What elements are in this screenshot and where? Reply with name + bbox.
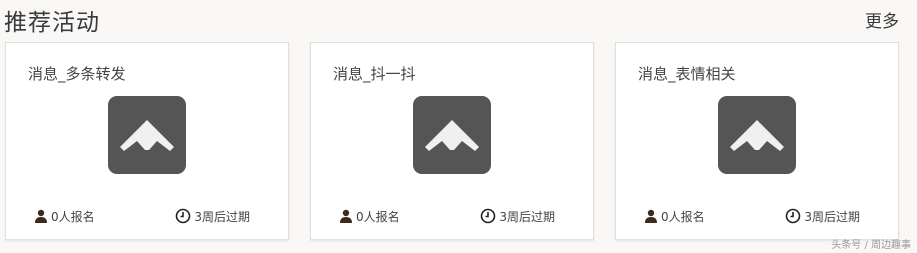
signup-count: 0人报名 [339, 207, 400, 225]
expiry-label: 3周后过期 [194, 209, 250, 224]
card-footer: 0人报名 3周后过期 [642, 207, 872, 225]
card-title: 消息_抖一抖 [333, 65, 416, 83]
card-title: 消息_表情相关 [638, 65, 736, 83]
clock-icon [786, 208, 801, 224]
signup-count-label: 0人报名 [51, 209, 95, 224]
card-footer: 0人报名 3周后过期 [32, 207, 262, 225]
signup-count-label: 0人报名 [661, 209, 705, 224]
expiry-label: 3周后过期 [804, 209, 860, 224]
signup-count: 0人报名 [34, 207, 95, 225]
clock-icon [481, 208, 496, 224]
activity-card-list: 消息_多条转发 0人报名 3周后过期 消息_抖一抖 0人报名 3周后过期 消息_… [0, 42, 917, 242]
more-link[interactable]: 更多 [865, 7, 899, 32]
activity-card[interactable]: 消息_表情相关 0人报名 3周后过期 [615, 42, 899, 240]
activity-card[interactable]: 消息_抖一抖 0人报名 3周后过期 [310, 42, 594, 240]
signup-count-label: 0人报名 [356, 209, 400, 224]
expiry-info: 3周后过期 [480, 207, 555, 225]
watermark: 头条号 / 周边趣事 [831, 240, 911, 251]
card-title: 消息_多条转发 [28, 65, 126, 83]
person-icon [645, 209, 657, 223]
activity-card[interactable]: 消息_多条转发 0人报名 3周后过期 [5, 42, 289, 240]
card-footer: 0人报名 3周后过期 [337, 207, 567, 225]
person-icon [35, 209, 47, 223]
clock-icon [176, 208, 191, 224]
mountain-logo-icon [413, 96, 491, 174]
expiry-label: 3周后过期 [499, 209, 555, 224]
expiry-info: 3周后过期 [785, 207, 860, 225]
mountain-logo-icon [718, 96, 796, 174]
mountain-logo-icon [108, 96, 186, 174]
section-header: 推荐活动 更多 [0, 0, 917, 38]
section-title: 推荐活动 [4, 10, 100, 36]
signup-count: 0人报名 [644, 207, 705, 225]
person-icon [340, 209, 352, 223]
expiry-info: 3周后过期 [175, 207, 250, 225]
